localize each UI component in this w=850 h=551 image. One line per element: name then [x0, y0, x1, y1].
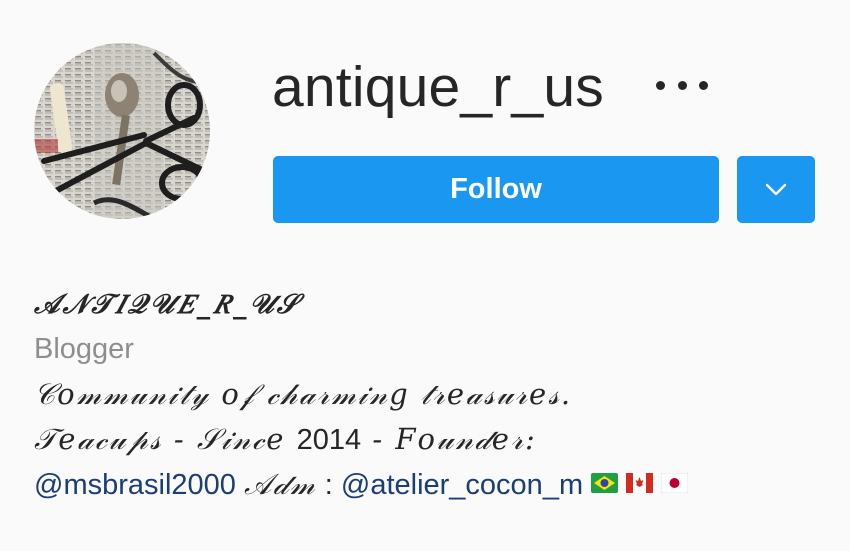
bio-line-2: 𝒯𝑒𝒶𝒸𝓊𝓅𝓈 - 𝒮𝒾𝓃𝒸𝑒 2014 - 𝐹𝑜𝓊𝓃𝒹𝑒𝓇: [34, 417, 834, 462]
chevron-down-icon [765, 183, 787, 195]
username: antique_r_us [272, 55, 604, 119]
full-name: 𝒜𝒩𝒯𝐼𝒬𝒰𝐸_𝑅_𝒰𝒮 [34, 289, 301, 320]
profile-page: antique_r_us Follow 𝒜𝒩𝒯𝐼𝒬𝒰𝐸_𝑅_𝒰𝒮 Blogger… [0, 0, 850, 551]
more-options-button[interactable] [656, 70, 708, 100]
mention-link[interactable]: @atelier_cocon_m [341, 469, 583, 501]
avatar-image [34, 43, 210, 219]
bio: 𝒜𝒩𝒯𝐼𝒬𝒰𝐸_𝑅_𝒰𝒮 Blogger 𝒞𝑜𝓂𝓂𝓊𝓃𝒾𝓉𝓎 𝑜𝒻 𝒸𝒽𝒶𝓇𝓂𝒾… [34, 282, 834, 507]
bio-line-2-year: 2014 [296, 424, 362, 456]
bio-line-3: @msbrasil2000 𝒜𝒹𝓂 : @atelier_cocon_m [34, 462, 834, 507]
canada-flag-icon [626, 473, 654, 494]
category-label: Blogger [34, 333, 134, 365]
brazil-flag-icon [591, 473, 619, 494]
bio-line-1: 𝒞𝑜𝓂𝓂𝓊𝓃𝒾𝓉𝓎 𝑜𝒻 𝒸𝒽𝒶𝓇𝓂𝒾𝓃𝑔 𝓉𝓇𝑒𝒶𝓈𝓊𝓇𝑒𝓈. [34, 377, 573, 411]
bio-line-2-text-b: - 𝐹𝑜𝓊𝓃𝒹𝑒𝓇: [372, 422, 537, 456]
bio-line-3-separator: : [324, 469, 333, 501]
ellipsis-icon [699, 80, 708, 90]
avatar[interactable] [34, 43, 210, 219]
japan-flag-icon [661, 473, 689, 494]
follow-button[interactable]: Follow [273, 156, 719, 223]
bio-line-3-text: 𝒜𝒹𝓂 [243, 467, 317, 501]
mention-link[interactable]: @msbrasil2000 [34, 469, 236, 501]
bio-line-2-text-a: 𝒯𝑒𝒶𝒸𝓊𝓅𝓈 - 𝒮𝒾𝓃𝒸𝑒 [34, 422, 286, 456]
suggested-accounts-button[interactable] [737, 156, 815, 223]
ellipsis-icon [677, 80, 687, 90]
ellipsis-icon [656, 80, 665, 90]
